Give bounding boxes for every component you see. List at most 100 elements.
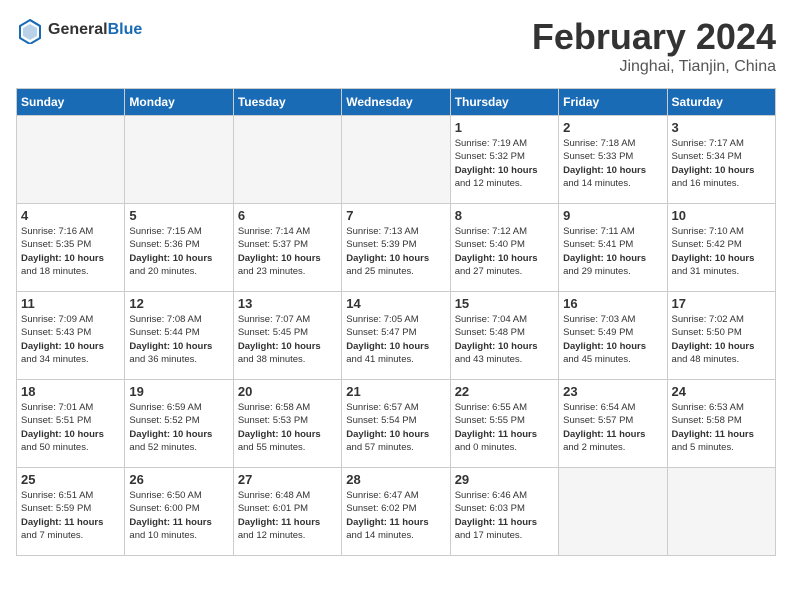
- calendar-week-2: 4 Sunrise: 7:16 AMSunset: 5:35 PMDaylight…: [17, 204, 776, 292]
- calendar-cell: 5 Sunrise: 7:15 AMSunset: 5:36 PMDaylight…: [125, 204, 233, 292]
- day-number: 26: [129, 472, 228, 487]
- day-info: Sunrise: 7:05 AMSunset: 5:47 PMDaylight:…: [346, 313, 445, 366]
- day-info: Sunrise: 7:10 AMSunset: 5:42 PMDaylight:…: [672, 225, 771, 278]
- day-info: Sunrise: 7:08 AMSunset: 5:44 PMDaylight:…: [129, 313, 228, 366]
- day-info: Sunrise: 7:13 AMSunset: 5:39 PMDaylight:…: [346, 225, 445, 278]
- calendar-cell: 11 Sunrise: 7:09 AMSunset: 5:43 PMDayligh…: [17, 292, 125, 380]
- calendar-cell: 19 Sunrise: 6:59 AMSunset: 5:52 PMDayligh…: [125, 380, 233, 468]
- day-number: 19: [129, 384, 228, 399]
- day-info: Sunrise: 7:02 AMSunset: 5:50 PMDaylight:…: [672, 313, 771, 366]
- day-number: 4: [21, 208, 120, 223]
- page-header: GeneralBlue February 2024 Jinghai, Tianj…: [16, 16, 776, 76]
- calendar-cell: 17 Sunrise: 7:02 AMSunset: 5:50 PMDayligh…: [667, 292, 775, 380]
- calendar-cell: 14Sunrise: 7:05 AMSunset: 5:47 PMDayligh…: [342, 292, 450, 380]
- calendar-table: Sunday Monday Tuesday Wednesday Thursday…: [16, 88, 776, 556]
- calendar-cell: 13Sunrise: 7:07 AMSunset: 5:45 PMDayligh…: [233, 292, 341, 380]
- calendar-cell: 1Sunrise: 7:19 AMSunset: 5:32 PMDaylight…: [450, 116, 558, 204]
- day-number: 10: [672, 208, 771, 223]
- day-info: Sunrise: 6:59 AMSunset: 5:52 PMDaylight:…: [129, 401, 228, 454]
- col-sunday: Sunday: [17, 89, 125, 116]
- day-number: 25: [21, 472, 120, 487]
- day-number: 6: [238, 208, 337, 223]
- calendar-cell: 20 Sunrise: 6:58 AMSunset: 5:53 PMDayligh…: [233, 380, 341, 468]
- calendar-cell: 22 Sunrise: 6:55 AMSunset: 5:55 PMDayligh…: [450, 380, 558, 468]
- calendar-cell: 24Sunrise: 6:53 AMSunset: 5:58 PMDayligh…: [667, 380, 775, 468]
- calendar-cell: 12 Sunrise: 7:08 AMSunset: 5:44 PMDayligh…: [125, 292, 233, 380]
- calendar-cell: 10 Sunrise: 7:10 AMSunset: 5:42 PMDayligh…: [667, 204, 775, 292]
- calendar-cell: [342, 116, 450, 204]
- day-info: Sunrise: 7:19 AMSunset: 5:32 PMDaylight:…: [455, 137, 554, 190]
- calendar-location: Jinghai, Tianjin, China: [532, 58, 776, 76]
- day-number: 22: [455, 384, 554, 399]
- day-info: Sunrise: 6:55 AMSunset: 5:55 PMDaylight:…: [455, 401, 554, 454]
- day-number: 11: [21, 296, 120, 311]
- calendar-cell: [667, 468, 775, 556]
- day-info: Sunrise: 7:16 AMSunset: 5:35 PMDaylight:…: [21, 225, 120, 278]
- day-info: Sunrise: 6:50 AMSunset: 6:00 PMDaylight:…: [129, 489, 228, 542]
- calendar-title: February 2024: [532, 16, 776, 58]
- calendar-week-1: 1Sunrise: 7:19 AMSunset: 5:32 PMDaylight…: [17, 116, 776, 204]
- col-saturday: Saturday: [667, 89, 775, 116]
- day-info: Sunrise: 7:11 AMSunset: 5:41 PMDaylight:…: [563, 225, 662, 278]
- calendar-cell: 25 Sunrise: 6:51 AMSunset: 5:59 PMDayligh…: [17, 468, 125, 556]
- day-info: Sunrise: 6:51 AMSunset: 5:59 PMDaylight:…: [21, 489, 120, 542]
- day-number: 5: [129, 208, 228, 223]
- day-info: Sunrise: 6:58 AMSunset: 5:53 PMDaylight:…: [238, 401, 337, 454]
- day-info: Sunrise: 7:14 AMSunset: 5:37 PMDaylight:…: [238, 225, 337, 278]
- day-info: Sunrise: 6:48 AMSunset: 6:01 PMDaylight:…: [238, 489, 337, 542]
- day-info: Sunrise: 7:04 AMSunset: 5:48 PMDaylight:…: [455, 313, 554, 366]
- day-info: Sunrise: 7:09 AMSunset: 5:43 PMDaylight:…: [21, 313, 120, 366]
- calendar-cell: [17, 116, 125, 204]
- day-number: 20: [238, 384, 337, 399]
- calendar-cell: 18 Sunrise: 7:01 AMSunset: 5:51 PMDayligh…: [17, 380, 125, 468]
- day-number: 17: [672, 296, 771, 311]
- calendar-cell: 7 Sunrise: 7:13 AMSunset: 5:39 PMDaylight…: [342, 204, 450, 292]
- logo: GeneralBlue: [16, 16, 142, 44]
- day-info: Sunrise: 6:53 AMSunset: 5:58 PMDaylight:…: [672, 401, 771, 454]
- calendar-week-4: 18 Sunrise: 7:01 AMSunset: 5:51 PMDayligh…: [17, 380, 776, 468]
- day-info: Sunrise: 6:47 AMSunset: 6:02 PMDaylight:…: [346, 489, 445, 542]
- col-friday: Friday: [559, 89, 667, 116]
- calendar-cell: 29 Sunrise: 6:46 AMSunset: 6:03 PMDayligh…: [450, 468, 558, 556]
- day-info: Sunrise: 6:54 AMSunset: 5:57 PMDaylight:…: [563, 401, 662, 454]
- calendar-header-row: Sunday Monday Tuesday Wednesday Thursday…: [17, 89, 776, 116]
- calendar-cell: [125, 116, 233, 204]
- day-info: Sunrise: 7:18 AMSunset: 5:33 PMDaylight:…: [563, 137, 662, 190]
- day-number: 18: [21, 384, 120, 399]
- calendar-cell: 4 Sunrise: 7:16 AMSunset: 5:35 PMDaylight…: [17, 204, 125, 292]
- day-number: 29: [455, 472, 554, 487]
- calendar-cell: 26 Sunrise: 6:50 AMSunset: 6:00 PMDayligh…: [125, 468, 233, 556]
- calendar-cell: 15Sunrise: 7:04 AMSunset: 5:48 PMDayligh…: [450, 292, 558, 380]
- day-number: 12: [129, 296, 228, 311]
- col-thursday: Thursday: [450, 89, 558, 116]
- day-number: 28: [346, 472, 445, 487]
- calendar-week-5: 25 Sunrise: 6:51 AMSunset: 5:59 PMDayligh…: [17, 468, 776, 556]
- calendar-cell: 8 Sunrise: 7:12 AMSunset: 5:40 PMDaylight…: [450, 204, 558, 292]
- calendar-cell: 23Sunrise: 6:54 AMSunset: 5:57 PMDayligh…: [559, 380, 667, 468]
- day-number: 7: [346, 208, 445, 223]
- day-number: 13: [238, 296, 337, 311]
- calendar-cell: [559, 468, 667, 556]
- title-block: February 2024 Jinghai, Tianjin, China: [532, 16, 776, 76]
- col-tuesday: Tuesday: [233, 89, 341, 116]
- day-info: Sunrise: 7:15 AMSunset: 5:36 PMDaylight:…: [129, 225, 228, 278]
- day-info: Sunrise: 7:12 AMSunset: 5:40 PMDaylight:…: [455, 225, 554, 278]
- col-monday: Monday: [125, 89, 233, 116]
- calendar-cell: 9 Sunrise: 7:11 AMSunset: 5:41 PMDaylight…: [559, 204, 667, 292]
- logo-text: GeneralBlue: [48, 21, 142, 39]
- calendar-week-3: 11 Sunrise: 7:09 AMSunset: 5:43 PMDayligh…: [17, 292, 776, 380]
- calendar-cell: 28 Sunrise: 6:47 AMSunset: 6:02 PMDayligh…: [342, 468, 450, 556]
- day-number: 16: [563, 296, 662, 311]
- day-info: Sunrise: 7:01 AMSunset: 5:51 PMDaylight:…: [21, 401, 120, 454]
- day-number: 9: [563, 208, 662, 223]
- logo-icon: [16, 16, 44, 44]
- day-number: 8: [455, 208, 554, 223]
- day-number: 2: [563, 120, 662, 135]
- calendar-cell: 6 Sunrise: 7:14 AMSunset: 5:37 PMDaylight…: [233, 204, 341, 292]
- calendar-cell: 2 Sunrise: 7:18 AMSunset: 5:33 PMDaylight…: [559, 116, 667, 204]
- day-info: Sunrise: 6:46 AMSunset: 6:03 PMDaylight:…: [455, 489, 554, 542]
- calendar-cell: 27 Sunrise: 6:48 AMSunset: 6:01 PMDayligh…: [233, 468, 341, 556]
- day-info: Sunrise: 7:03 AMSunset: 5:49 PMDaylight:…: [563, 313, 662, 366]
- day-number: 27: [238, 472, 337, 487]
- day-number: 21: [346, 384, 445, 399]
